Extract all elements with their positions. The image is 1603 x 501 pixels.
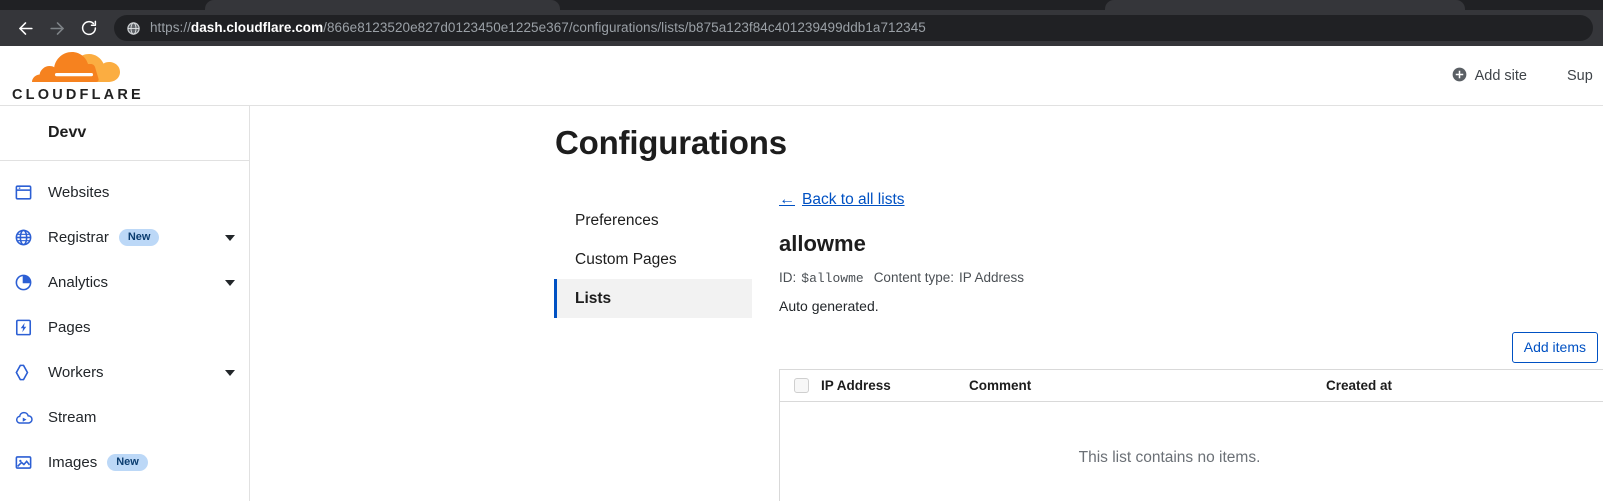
table-header-row: IP Address Comment Created at	[780, 370, 1603, 402]
new-badge: New	[118, 229, 160, 246]
subnav-item-custom-pages[interactable]: Custom Pages	[554, 240, 752, 279]
table-body: This list contains no items.	[780, 402, 1603, 501]
list-items-table: IP Address Comment Created at This list …	[779, 368, 1603, 501]
new-badge: New	[107, 454, 148, 471]
sidebar-item-registrar[interactable]: Registrar New	[0, 215, 249, 260]
browser-chrome: https://dash.cloudflare.com/866e8123520e…	[0, 0, 1603, 46]
browser-tab[interactable]	[1105, 0, 1465, 10]
pie-chart-icon	[14, 273, 48, 292]
reload-button[interactable]	[74, 13, 104, 43]
cloudflare-logo-icon[interactable]	[12, 52, 142, 91]
sidebar-item-label: Websites	[48, 184, 110, 201]
sidebar-nav: Websites Registrar New Analytics Pages W…	[0, 161, 249, 485]
cloudflare-wordmark: CLOUDFLARE	[12, 87, 144, 103]
sidebar-item-pages[interactable]: Pages	[0, 305, 249, 350]
chevron-down-icon[interactable]	[225, 234, 235, 241]
url-scheme: https://	[150, 20, 191, 35]
back-button[interactable]	[10, 13, 40, 43]
address-bar-url: https://dash.cloudflare.com/866e8123520e…	[150, 15, 926, 41]
page-title: Configurations	[555, 124, 787, 161]
back-arrow-icon	[16, 19, 35, 38]
column-header-comment[interactable]: Comment	[969, 378, 1326, 393]
support-label: Sup	[1567, 68, 1593, 84]
globe-icon	[126, 21, 141, 36]
browser-window-icon	[14, 183, 48, 202]
back-to-all-lists-link[interactable]: ← Back to all lists	[779, 191, 905, 209]
list-metadata: ID: $allowme Content type: IP Address	[779, 270, 1603, 286]
page-body: Devv Websites Registrar New Analytics Pa…	[0, 106, 1603, 501]
sidebar-item-analytics[interactable]: Analytics	[0, 260, 249, 305]
sidebar-item-stream[interactable]: Stream	[0, 395, 249, 440]
list-actions: Add items	[779, 332, 1603, 363]
support-menu[interactable]: Sup	[1567, 68, 1603, 84]
lightning-bolt-icon	[14, 318, 48, 337]
sidebar-item-images[interactable]: Images New	[0, 440, 249, 485]
sidebar-item-label: Pages	[48, 319, 91, 336]
sidebar: Devv Websites Registrar New Analytics Pa…	[0, 106, 250, 501]
sidebar-item-workers[interactable]: Workers	[0, 350, 249, 395]
account-name[interactable]: Devv	[0, 106, 249, 161]
chevron-down-icon[interactable]	[225, 279, 235, 286]
add-items-button[interactable]: Add items	[1511, 332, 1598, 363]
add-site-button[interactable]: Add site	[1452, 67, 1527, 86]
globe-icon	[14, 228, 48, 247]
sidebar-item-label: Stream	[48, 409, 97, 426]
forward-button[interactable]	[42, 13, 72, 43]
empty-state-message: This list contains no items.	[1078, 448, 1261, 466]
list-detail-panel: ← Back to all lists allowme ID: $allowme…	[779, 191, 1603, 501]
browser-tab-strip[interactable]	[0, 0, 1603, 10]
url-host: dash.cloudflare.com	[190, 20, 324, 35]
workers-icon	[14, 363, 48, 382]
browser-tab[interactable]	[205, 0, 560, 10]
app-header: CLOUDFLARE Add site Sup	[0, 46, 1603, 106]
column-header-ip-address[interactable]: IP Address	[821, 378, 969, 393]
chevron-down-icon[interactable]	[225, 369, 235, 376]
id-label: ID:	[779, 270, 797, 285]
back-link-label: Back to all lists	[802, 191, 905, 208]
main-content: Configurations Preferences Custom Pages …	[250, 106, 1603, 501]
reload-icon	[80, 19, 98, 37]
id-value: $allowme	[801, 271, 864, 286]
sidebar-item-label: Registrar	[48, 229, 109, 246]
sidebar-item-websites[interactable]: Websites	[0, 170, 249, 215]
page-content: CLOUDFLARE Add site Sup Devv Websites Re…	[0, 46, 1603, 501]
content-type-value: IP Address	[959, 270, 1025, 285]
sidebar-item-label: Workers	[48, 364, 104, 381]
select-all-checkbox[interactable]	[794, 377, 809, 393]
configurations-subnav: Preferences Custom Pages Lists	[554, 201, 752, 318]
sidebar-item-label: Analytics	[48, 274, 109, 291]
address-bar[interactable]: https://dash.cloudflare.com/866e8123520e…	[114, 15, 1593, 41]
header-actions: Add site Sup	[1452, 46, 1603, 106]
column-header-created-at[interactable]: Created at	[1326, 378, 1526, 393]
add-site-label: Add site	[1474, 68, 1527, 84]
cloud-play-icon	[14, 408, 48, 428]
list-name-heading: allowme	[779, 231, 866, 256]
browser-toolbar: https://dash.cloudflare.com/866e8123520e…	[0, 10, 1603, 46]
list-description: Auto generated.	[779, 298, 879, 314]
image-icon	[14, 453, 48, 472]
content-type-label: Content type:	[873, 270, 954, 285]
subnav-item-lists[interactable]: Lists	[554, 279, 752, 318]
subnav-item-preferences[interactable]: Preferences	[554, 201, 752, 240]
left-arrow-icon: ←	[779, 191, 795, 208]
forward-arrow-icon	[48, 19, 67, 38]
plus-circle-icon	[1452, 67, 1467, 86]
url-path: /866e8123520e827d0123450e1225e367/config…	[323, 20, 926, 35]
sidebar-item-label: Images	[48, 454, 98, 471]
